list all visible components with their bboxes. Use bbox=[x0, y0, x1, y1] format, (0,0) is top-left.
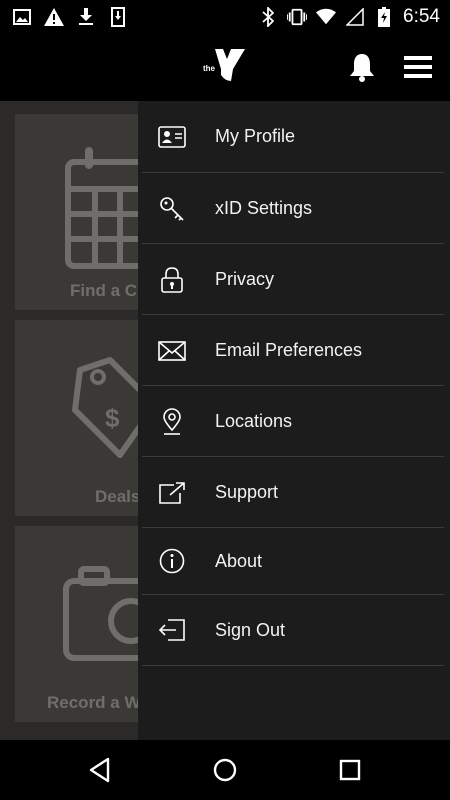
info-icon bbox=[157, 546, 187, 576]
drawer-item-label: xID Settings bbox=[215, 198, 313, 218]
home-icon[interactable] bbox=[210, 755, 240, 785]
tile-label: Find a Cl bbox=[70, 281, 142, 300]
signal-icon bbox=[345, 7, 365, 27]
drawer-item-label: Privacy bbox=[215, 269, 275, 289]
sign-out-icon bbox=[157, 615, 187, 645]
drawer-item-email-preferences[interactable]: Email Preferences bbox=[138, 315, 450, 386]
tile-label: Deals bbox=[95, 487, 141, 506]
app-bar: the bbox=[0, 33, 450, 101]
ymca-logo-icon[interactable]: the bbox=[203, 47, 247, 83]
external-link-icon bbox=[157, 478, 187, 508]
back-icon[interactable] bbox=[85, 755, 115, 785]
drawer-item-label: About bbox=[215, 550, 263, 571]
drawer-item-privacy[interactable]: Privacy bbox=[138, 244, 450, 315]
drawer-item-support[interactable]: Support bbox=[138, 457, 450, 528]
bluetooth-icon bbox=[258, 6, 278, 27]
warning-icon bbox=[44, 7, 64, 27]
drawer-item-my-profile[interactable]: My Profile bbox=[138, 101, 450, 172]
drawer-item-about[interactable]: About bbox=[138, 528, 450, 594]
divider bbox=[142, 665, 444, 666]
navigation-drawer: My Profile xID Settings Privacy Email Pr… bbox=[138, 101, 450, 740]
id-card-icon bbox=[157, 122, 187, 152]
phone-download-icon bbox=[108, 6, 128, 27]
drawer-item-sign-out[interactable]: Sign Out bbox=[138, 595, 450, 665]
drawer-item-label: Sign Out bbox=[215, 619, 286, 640]
wifi-icon bbox=[316, 7, 337, 27]
svg-text:$: $ bbox=[105, 403, 120, 433]
battery-icon bbox=[374, 6, 394, 27]
drawer-item-xid-settings[interactable]: xID Settings bbox=[138, 173, 450, 244]
lock-icon bbox=[157, 265, 187, 295]
logo-text: the bbox=[203, 64, 216, 73]
recents-icon[interactable] bbox=[335, 755, 365, 785]
vibrate-icon bbox=[287, 7, 308, 27]
envelope-icon bbox=[157, 336, 187, 366]
drawer-item-label: Support bbox=[215, 482, 279, 502]
tile-label: Record a W bbox=[47, 693, 141, 712]
drawer-item-label: Locations bbox=[215, 411, 293, 431]
map-pin-icon bbox=[157, 407, 187, 437]
drawer-item-locations[interactable]: Locations bbox=[138, 386, 450, 457]
drawer-item-label: My Profile bbox=[215, 126, 296, 146]
drawer-item-label: Email Preferences bbox=[215, 340, 363, 360]
key-icon bbox=[157, 194, 187, 224]
image-icon bbox=[12, 7, 32, 27]
system-nav-bar bbox=[0, 740, 450, 800]
bell-icon[interactable] bbox=[346, 51, 378, 83]
status-time: 6:54 bbox=[403, 5, 440, 27]
hamburger-menu-icon[interactable] bbox=[402, 53, 434, 81]
download-icon bbox=[76, 7, 96, 27]
status-bar: 6:54 bbox=[0, 0, 450, 33]
